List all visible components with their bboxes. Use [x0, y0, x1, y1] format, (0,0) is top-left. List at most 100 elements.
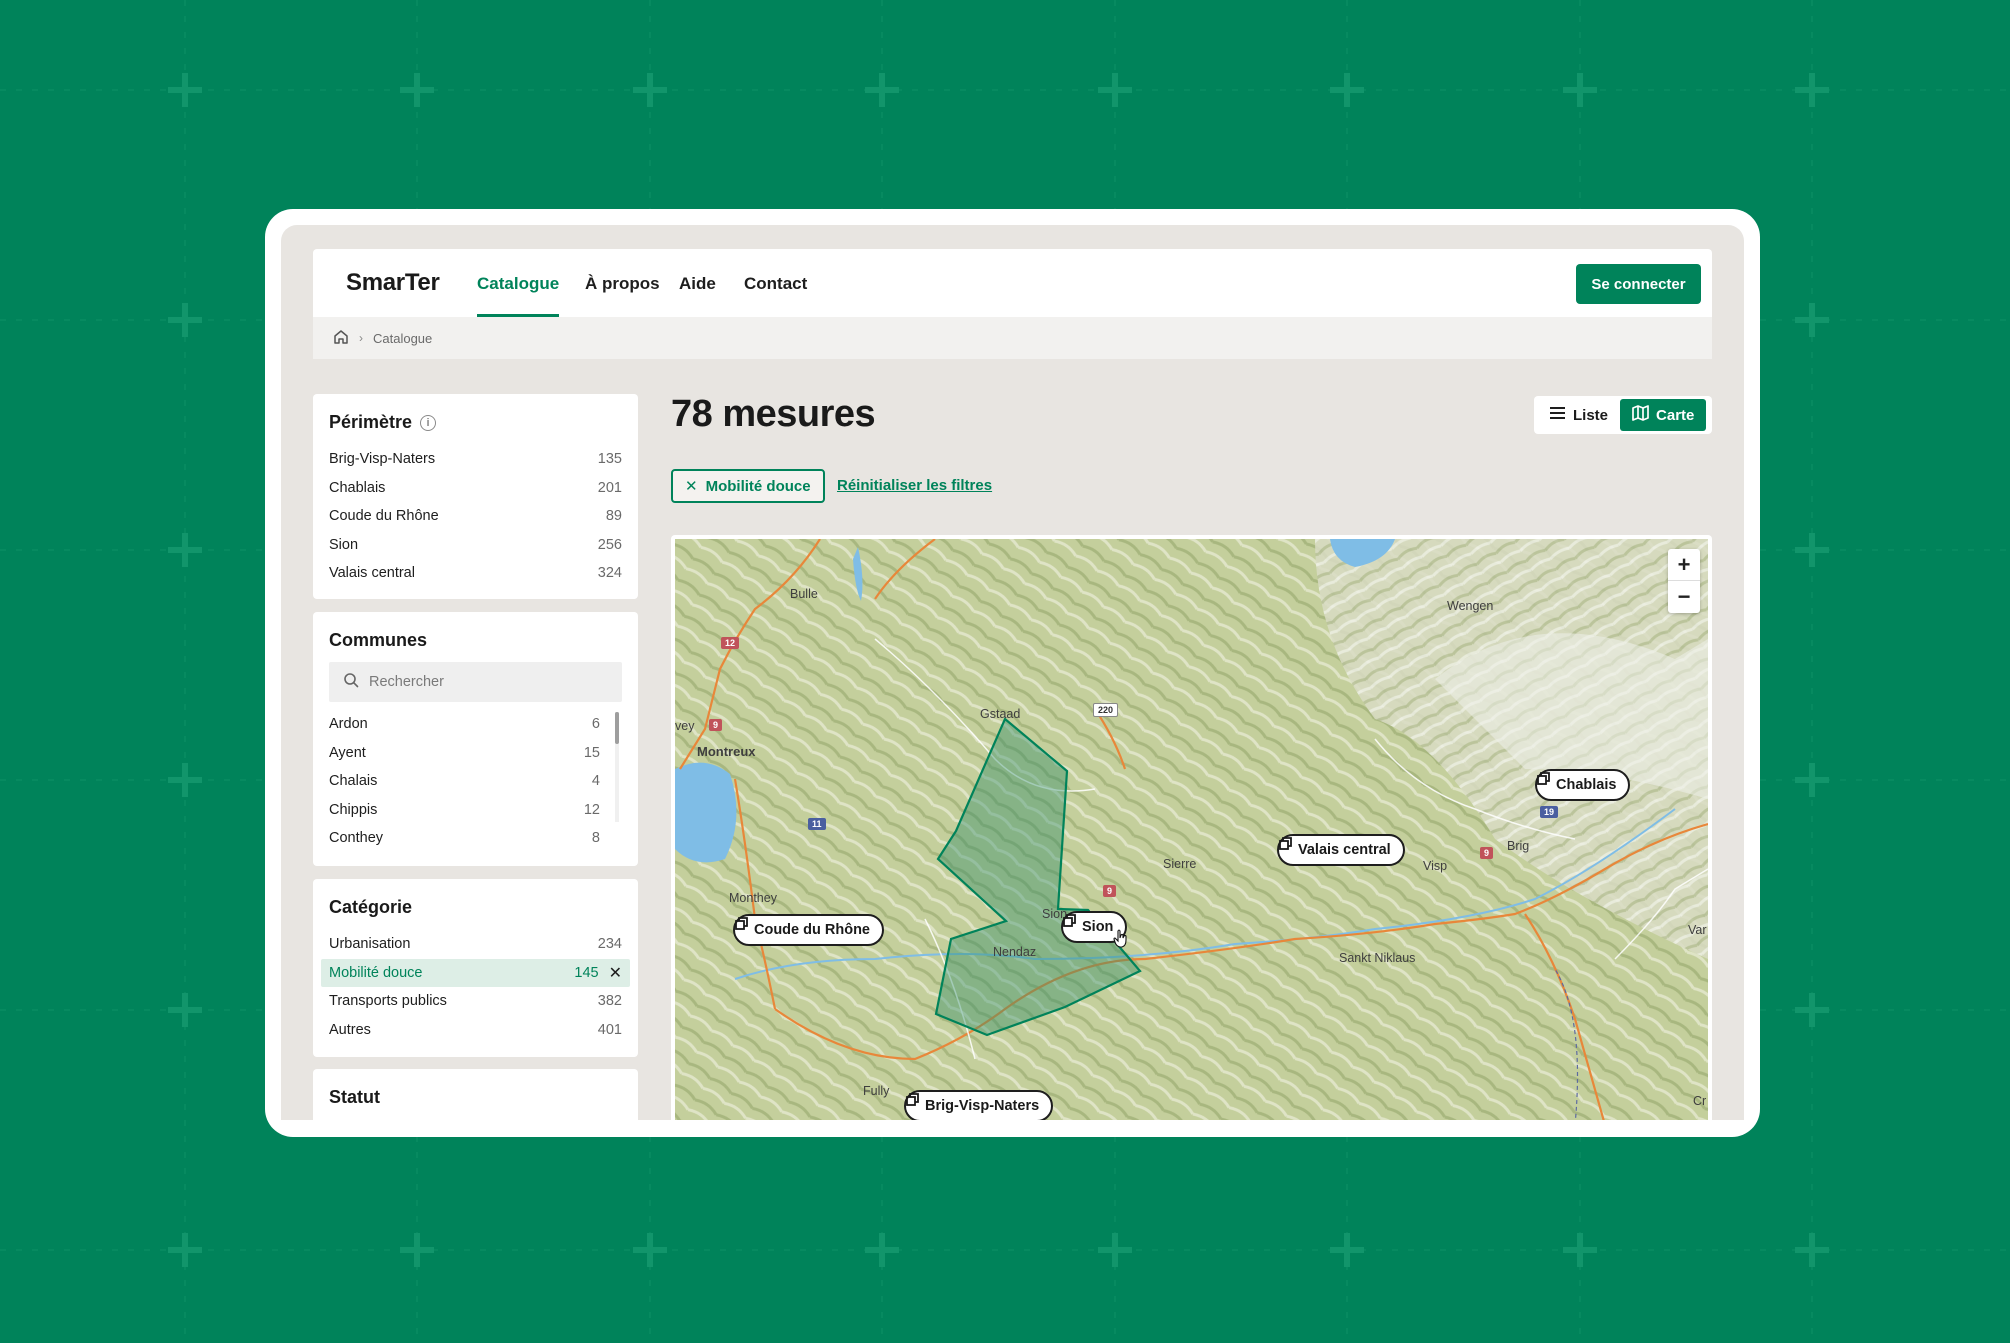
home-icon[interactable] — [333, 329, 349, 348]
plus-mark — [400, 1233, 434, 1267]
breadcrumb: › Catalogue — [313, 317, 1712, 359]
statut-title: Statut — [329, 1087, 380, 1107]
breadcrumb-current[interactable]: Catalogue — [373, 331, 432, 346]
perimetre-label: Coude du Rhône — [329, 508, 439, 524]
zoom-controls: + − — [1668, 549, 1700, 613]
reset-filters-link[interactable]: Réinitialiser les filtres — [837, 477, 992, 494]
commune-item[interactable]: Chalais 4 — [329, 767, 600, 795]
plus-mark — [1795, 1233, 1829, 1267]
place-label: Wengen — [1447, 599, 1494, 613]
perimetre-item[interactable]: Valais central 324 — [329, 559, 622, 587]
plus-mark — [633, 73, 667, 107]
place-label: vey — [675, 719, 695, 733]
view-list-button[interactable]: Liste — [1537, 399, 1620, 431]
categorie-label: Mobilité douce — [329, 965, 423, 981]
road-badge: 11 — [808, 818, 826, 830]
categorie-item[interactable]: Urbanisation 234 — [329, 930, 622, 958]
page-title: 78 mesures — [671, 393, 876, 435]
perimetre-count: 324 — [597, 565, 622, 581]
road-badge: 9 — [1480, 847, 1494, 859]
place-label: Bulle — [790, 587, 818, 601]
categorie-label: Transports publics — [329, 993, 447, 1009]
region-pill-coude-du-rhone[interactable]: Coude du Rhône — [733, 914, 884, 946]
categorie-item[interactable]: Autres 401 — [329, 1016, 622, 1044]
nav-contact[interactable]: Contact — [744, 274, 807, 317]
road-badge: 9 — [709, 719, 723, 731]
nav-aide[interactable]: Aide — [679, 274, 716, 317]
categorie-count: 382 — [597, 993, 622, 1009]
perimetre-count: 135 — [597, 451, 622, 467]
perimetre-label: Brig-Visp-Naters — [329, 451, 436, 467]
map-container: Bulle Wengen Gstaad Montreux Sierre Brig… — [671, 535, 1712, 1120]
close-icon[interactable]: ✕ — [685, 477, 698, 495]
communes-search[interactable] — [329, 662, 622, 702]
categorie-count: 401 — [597, 1022, 622, 1038]
perimetre-label: Chablais — [329, 480, 386, 496]
top-navigation: SmarTer Catalogue À propos Aide Contact … — [313, 249, 1712, 317]
info-icon[interactable]: i — [420, 414, 437, 431]
place-label: Cr — [1693, 1094, 1707, 1108]
nav-catalogue[interactable]: Catalogue — [477, 274, 560, 317]
perimetre-item[interactable]: Coude du Rhône 89 — [329, 502, 622, 530]
search-icon — [343, 672, 359, 693]
road-badge: 9 — [1103, 885, 1117, 897]
plus-mark — [1795, 993, 1829, 1027]
plus-mark — [1795, 533, 1829, 567]
list-icon — [1549, 406, 1566, 424]
commune-item[interactable]: Chippis 12 — [329, 796, 600, 824]
login-button[interactable]: Se connecter — [1576, 264, 1701, 304]
map[interactable]: Bulle Wengen Gstaad Montreux Sierre Brig… — [675, 539, 1708, 1120]
road-badge: 220 — [1093, 703, 1119, 717]
map-terrain — [675, 539, 1708, 1120]
view-toggle: Liste Carte — [1534, 396, 1712, 434]
nav-a-propos[interactable]: À propos — [585, 274, 660, 317]
road-badge: 12 — [721, 637, 740, 649]
zoom-in-button[interactable]: + — [1668, 549, 1700, 581]
region-pill-chablais[interactable]: Chablais — [1535, 769, 1631, 801]
brand-logo[interactable]: SmarTer — [346, 269, 440, 297]
plus-mark — [865, 73, 899, 107]
zoom-out-button[interactable]: − — [1668, 581, 1700, 613]
perimetre-item[interactable]: Sion 256 — [329, 531, 622, 559]
filter-statut: Statut — [313, 1069, 638, 1120]
categorie-count: 145 — [574, 965, 599, 981]
active-filter-label: Mobilité douce — [705, 477, 811, 495]
filter-perimetre: Périmètre i Brig-Visp-Naters 135 Chablai… — [313, 394, 638, 599]
perimetre-count: 89 — [605, 508, 622, 524]
place-label: Sankt Niklaus — [1339, 951, 1416, 965]
commune-label: Conthey — [329, 830, 384, 846]
categorie-label: Autres — [329, 1022, 371, 1038]
plus-mark — [1563, 73, 1597, 107]
place-label: Montreux — [697, 744, 756, 759]
commune-item[interactable]: Conthey 8 — [329, 824, 600, 852]
app-screen: SmarTer Catalogue À propos Aide Contact … — [281, 225, 1744, 1120]
categorie-item[interactable]: Transports publics 382 — [329, 987, 622, 1015]
plus-mark — [168, 1233, 202, 1267]
communes-scrollbar-thumb[interactable] — [615, 712, 619, 744]
categorie-item-selected[interactable]: Mobilité douce 145 ✕ — [321, 959, 630, 987]
region-label: Sion — [1082, 919, 1114, 935]
close-icon[interactable]: ✕ — [609, 963, 622, 983]
categorie-title: Catégorie — [329, 897, 413, 917]
region-pill-valais-central[interactable]: Valais central — [1277, 834, 1405, 866]
place-label: Brig — [1507, 839, 1530, 853]
active-filter-chip[interactable]: ✕ Mobilité douce — [671, 469, 825, 503]
region-label: Brig-Visp-Naters — [925, 1098, 1040, 1114]
perimetre-item[interactable]: Brig-Visp-Naters 135 — [329, 445, 622, 473]
filter-categorie: Catégorie Urbanisation 234 Mobilité douc… — [313, 879, 638, 1057]
perimetre-label: Sion — [329, 537, 359, 553]
lake-geneva — [675, 762, 737, 863]
commune-count: 6 — [591, 716, 600, 732]
commune-label: Ardon — [329, 716, 368, 732]
commune-item[interactable]: Ardon 6 — [329, 710, 600, 738]
plus-mark — [400, 73, 434, 107]
communes-search-input[interactable] — [369, 674, 599, 690]
perimetre-item[interactable]: Chablais 201 — [329, 474, 622, 502]
plus-mark — [1098, 1233, 1132, 1267]
view-map-button[interactable]: Carte — [1620, 399, 1707, 431]
place-label: Fully — [863, 1084, 890, 1098]
view-map-label: Carte — [1656, 406, 1695, 424]
region-pill-brig-visp-naters[interactable]: Brig-Visp-Naters — [904, 1090, 1054, 1120]
commune-item[interactable]: Ayent 15 — [329, 739, 600, 767]
place-label: Var — [1688, 923, 1707, 937]
